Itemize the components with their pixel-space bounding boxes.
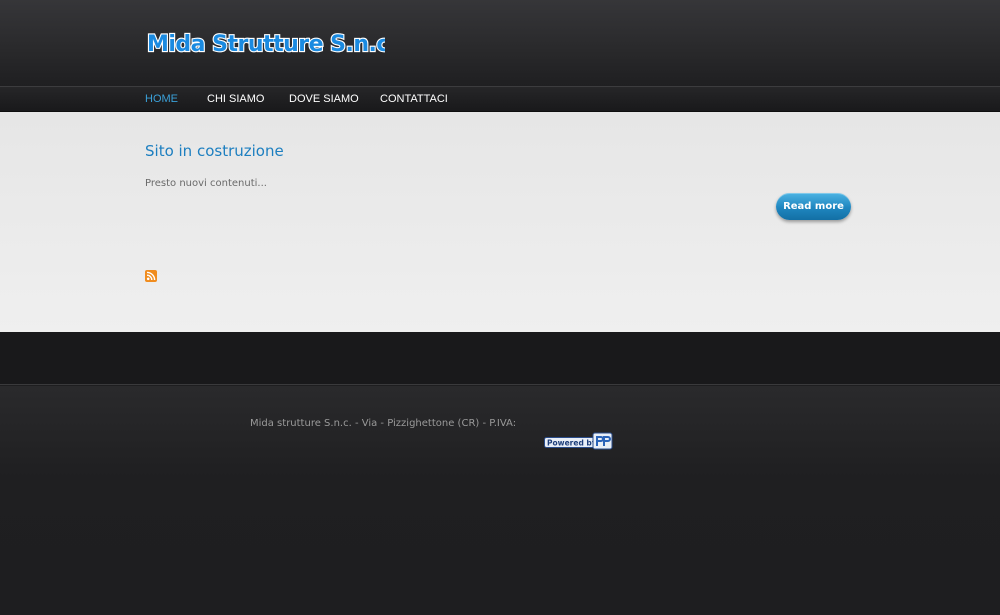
footer-band bbox=[0, 332, 1000, 385]
powered-by-label: Powered by bbox=[547, 439, 597, 448]
main-navigation: HOME CHI SIAMO DOVE SIAMO CONTATTACI bbox=[0, 86, 1000, 112]
nav-item-dove-siamo[interactable]: DOVE SIAMO bbox=[289, 93, 359, 105]
site-logo[interactable]: Mida Strutture S.n.c. bbox=[145, 28, 385, 58]
logo-text: Mida Strutture S.n.c. bbox=[147, 32, 385, 57]
read-more-button[interactable]: Read more bbox=[776, 193, 851, 220]
main-content: Sito in costruzione Presto nuovi contenu… bbox=[0, 112, 1000, 332]
site-header: Mida Strutture S.n.c. bbox=[0, 0, 1000, 86]
article-title[interactable]: Sito in costruzione bbox=[145, 142, 284, 160]
footer-info: Mida strutture S.n.c. - Via - Pizzighett… bbox=[250, 418, 517, 429]
rss-feed-icon[interactable] bbox=[145, 267, 157, 282]
logo-graphic: Mida Strutture S.n.c. bbox=[146, 31, 385, 58]
nav-item-home[interactable]: HOME bbox=[145, 93, 178, 105]
site-footer: Mida strutture S.n.c. - Via - Pizzighett… bbox=[0, 386, 1000, 615]
article-body: Presto nuovi contenuti... bbox=[145, 178, 267, 189]
nav-item-chi-siamo[interactable]: CHI SIAMO bbox=[207, 93, 264, 105]
nav-item-contattaci[interactable]: CONTATTACI bbox=[380, 93, 448, 105]
powered-by-badge[interactable]: Powered by bbox=[544, 432, 614, 450]
